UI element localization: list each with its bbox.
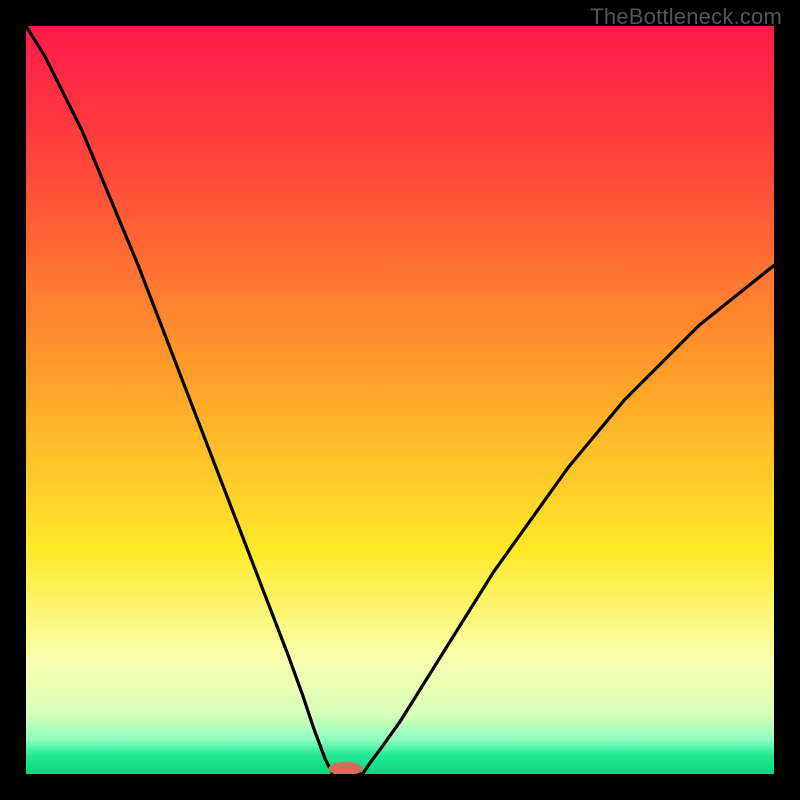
gradient-background [26, 26, 774, 774]
chart-frame: TheBottleneck.com [0, 0, 800, 800]
plot-area [26, 26, 774, 774]
chart-svg [26, 26, 774, 774]
